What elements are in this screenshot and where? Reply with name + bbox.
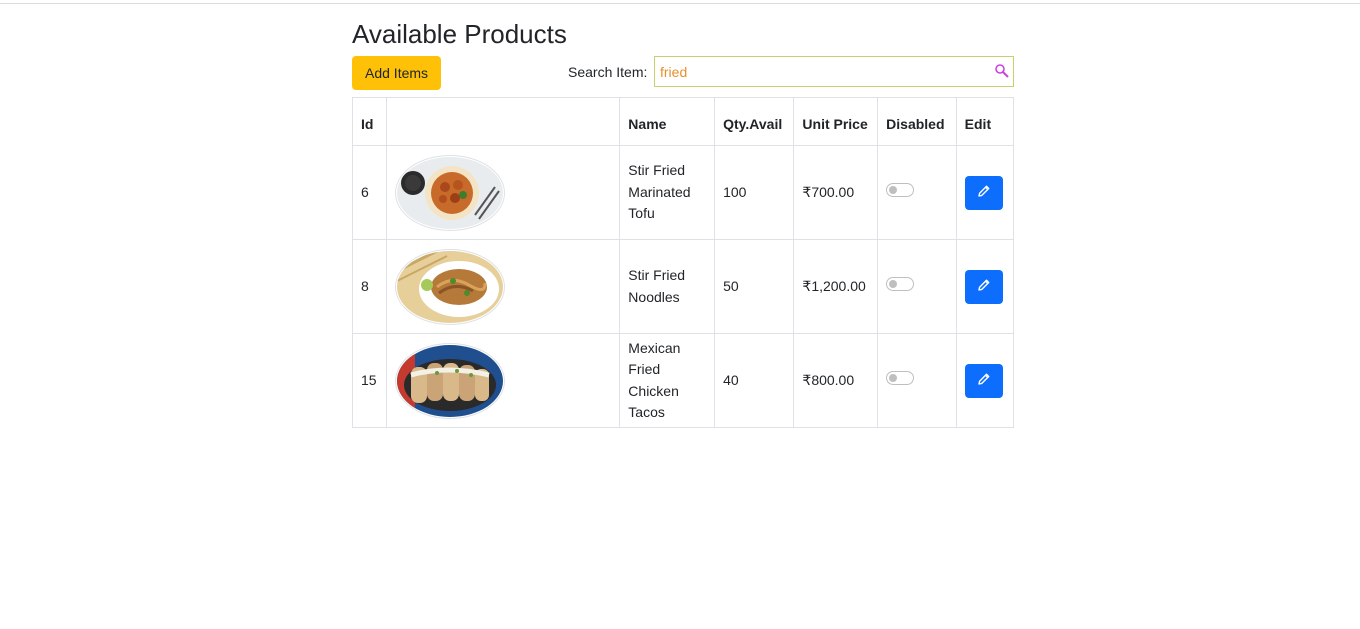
cell-qty: 40 [714,333,795,428]
cell-qty: 50 [714,239,795,334]
search-icon[interactable] [994,63,1010,79]
header-disabled: Disabled [877,97,957,146]
header-image [385,97,621,146]
pencil-icon [977,278,991,295]
top-divider [0,3,1360,4]
cell-id: 6 [352,145,387,240]
noodles-plate-image [394,248,505,325]
header-name: Name [619,97,716,146]
toolbar: Add Items Search Item: [352,56,1014,96]
cell-disabled [877,333,957,428]
cell-id: 15 [352,333,387,428]
table-row: 6 Stir Fried Marinated Tofu 100 ₹700.00 [352,145,1015,240]
cell-disabled [877,239,957,334]
header-qty: Qty.Avail [714,97,795,146]
table-row: 8 Stir Fried Noodles 50 ₹1,200.00 [352,239,1015,334]
pencil-icon [977,372,991,389]
disabled-toggle[interactable] [886,183,915,198]
cell-name: Stir Fried Noodles [619,239,716,334]
cell-qty: 100 [714,145,795,240]
header-edit: Edit [955,97,1015,146]
disabled-toggle[interactable] [886,371,915,386]
cell-price: ₹1,200.00 [793,239,879,334]
cell-image [385,333,621,428]
search-input[interactable] [654,56,1014,87]
cell-edit [955,333,1015,428]
cell-image [385,239,621,334]
search-label: Search Item: [568,64,648,80]
add-items-button[interactable]: Add Items [352,56,442,90]
products-panel: Available Products Add Items Search Item… [352,16,1015,428]
table-row: 15 Mexican Fried Chicken Tacos 40 ₹800.0… [352,333,1015,428]
cell-price: ₹700.00 [793,145,879,240]
disabled-toggle[interactable] [886,277,915,292]
cell-image [385,145,621,240]
search-box [654,56,1014,87]
cell-disabled [877,145,957,240]
pencil-icon [977,184,991,201]
page-title: Available Products [352,19,567,49]
cell-edit [955,145,1015,240]
header-price: Unit Price [793,97,879,146]
edit-button[interactable] [964,175,1003,210]
cell-name: Mexican Fried Chicken Tacos [619,333,716,428]
edit-button[interactable] [964,269,1003,304]
cell-name: Stir Fried Marinated Tofu [619,145,716,240]
tofu-bowl-image [394,154,505,231]
cell-price: ₹800.00 [793,333,879,428]
edit-button[interactable] [964,363,1003,398]
products-table: Id Name Qty.Avail Unit Price Disabled Ed… [352,97,1015,428]
header-id: Id [352,97,387,146]
cell-id: 8 [352,239,387,334]
cell-edit [955,239,1015,334]
table-header-row: Id Name Qty.Avail Unit Price Disabled Ed… [352,97,1015,146]
tacos-plate-image [394,342,505,419]
